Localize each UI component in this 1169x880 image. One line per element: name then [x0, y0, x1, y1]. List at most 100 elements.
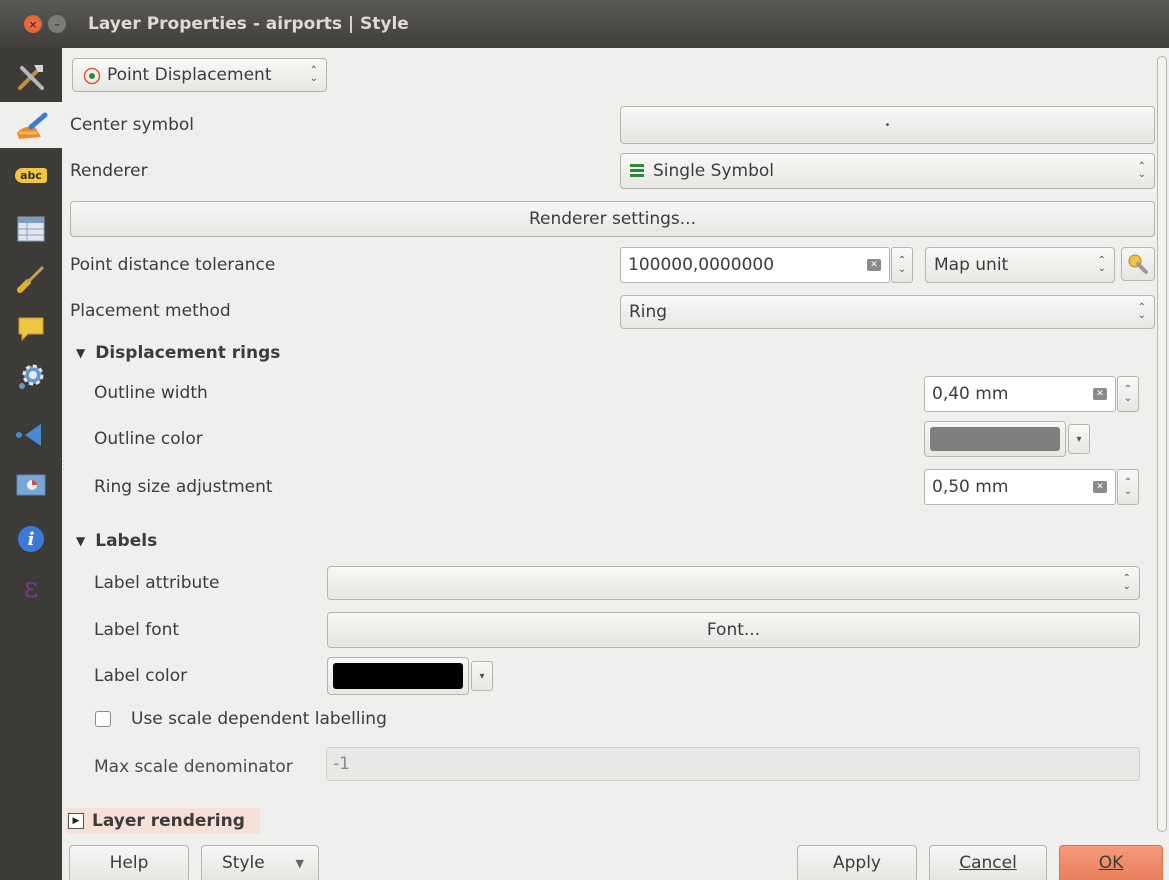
tools-icon	[18, 65, 44, 90]
renderer-label: Renderer	[70, 161, 148, 181]
label-attribute-combo[interactable]: ⌃ ⌄	[327, 566, 1140, 600]
point-distance-tolerance-label: Point distance tolerance	[70, 255, 276, 275]
renderer-type-value: Point Displacement	[107, 65, 272, 85]
renderer-type-combo[interactable]: Point Displacement ⌃ ⌄	[72, 58, 327, 92]
help-label: Help	[109, 853, 149, 873]
joins-icon	[16, 424, 41, 446]
window-titlebar: × – Layer Properties - airports | Style	[0, 0, 1169, 48]
placement-method-combo[interactable]: Ring ⌃ ⌄	[620, 295, 1155, 329]
outline-color-button[interactable]	[924, 421, 1066, 457]
window-title: Layer Properties - airports | Style	[88, 14, 409, 34]
wrench-icon	[1128, 254, 1148, 274]
fields-table-icon	[17, 216, 45, 242]
placement-method-label: Placement method	[70, 301, 231, 321]
combo-arrows-icon: ⌃ ⌄	[1137, 302, 1146, 321]
window-close-button[interactable]: ×	[24, 15, 42, 33]
sidebar-item-display[interactable]	[0, 306, 62, 352]
unit-settings-button[interactable]	[1121, 247, 1155, 281]
outline-width-value: 0,40 mm	[932, 384, 1009, 404]
combo-arrows-icon: ⌃ ⌄	[1122, 573, 1131, 592]
tolerance-unit-value: Map unit	[934, 255, 1009, 275]
outline-color-dropdown[interactable]: ▾	[1068, 424, 1090, 454]
help-button[interactable]: Help	[69, 845, 189, 880]
displacement-rings-section-header[interactable]: ▼ Displacement rings	[76, 343, 280, 363]
combo-arrows-icon: ⌃ ⌄	[1137, 161, 1146, 180]
labels-abc-icon: abc	[15, 167, 47, 183]
clear-icon[interactable]: ✕	[1093, 388, 1107, 400]
collapse-triangle-icon: ▼	[76, 346, 86, 360]
scale-dependent-label: Use scale dependent labelling	[131, 709, 387, 729]
collapse-triangle-icon: ▼	[76, 534, 86, 548]
sidebar-item-metadata[interactable]: i	[0, 516, 62, 562]
tolerance-spinner[interactable]: ⌃ ⌄	[891, 247, 913, 283]
ring-size-spinner[interactable]: ⌃ ⌄	[1117, 469, 1139, 505]
window-minimize-button[interactable]: –	[48, 15, 66, 33]
sidebar-item-variables[interactable]: ε	[0, 564, 62, 610]
ok-button[interactable]: OK	[1059, 845, 1163, 880]
vertical-scrollbar[interactable]	[1157, 56, 1167, 832]
apply-button[interactable]: Apply	[797, 845, 917, 880]
properties-sidebar: abc i ε	[0, 48, 62, 880]
sidebar-item-joins[interactable]	[0, 412, 62, 458]
outline-color-label: Outline color	[94, 429, 203, 449]
center-symbol-label: Center symbol	[70, 115, 195, 135]
max-scale-denominator-label: Max scale denominator	[94, 757, 293, 777]
clear-icon[interactable]: ✕	[1093, 481, 1107, 493]
outline-width-label: Outline width	[94, 383, 208, 403]
renderer-combo[interactable]: Single Symbol ⌃ ⌄	[620, 153, 1155, 189]
placement-method-value: Ring	[629, 302, 668, 322]
splitter-handle[interactable]: · · ·	[62, 458, 68, 476]
renderer-settings-button[interactable]: Renderer settings...	[70, 201, 1155, 237]
minimize-icon: –	[54, 17, 60, 31]
outline-width-input[interactable]: 0,40 mm ✕	[924, 376, 1116, 412]
combo-arrows-icon: ⌃ ⌄	[309, 65, 318, 84]
combo-arrows-icon: ⌃ ⌄	[1097, 255, 1106, 274]
variables-epsilon-icon: ε	[23, 570, 39, 604]
ok-label: OK	[1098, 853, 1124, 873]
labels-section-header[interactable]: ▼ Labels	[76, 531, 157, 551]
label-color-button[interactable]	[327, 657, 469, 695]
label-color-dropdown[interactable]: ▾	[471, 661, 493, 691]
ring-size-adjustment-label: Ring size adjustment	[94, 477, 273, 497]
sidebar-item-fields[interactable]	[0, 206, 62, 252]
tolerance-input[interactable]: 100000,0000000 ✕	[620, 247, 890, 283]
cancel-button[interactable]: Cancel	[929, 845, 1047, 880]
apply-label: Apply	[833, 853, 881, 873]
center-symbol-button[interactable]: •	[620, 106, 1155, 144]
close-icon: ×	[28, 17, 38, 31]
single-symbol-icon	[630, 164, 644, 177]
label-attribute-label: Label attribute	[94, 573, 220, 593]
cancel-label: Cancel	[959, 853, 1017, 873]
outline-color-swatch	[930, 427, 1060, 451]
clear-icon[interactable]: ✕	[867, 259, 881, 271]
scale-dependent-checkbox[interactable]	[95, 711, 111, 727]
max-scale-value: -1	[333, 754, 350, 774]
label-color-swatch	[333, 663, 463, 689]
renderer-value: Single Symbol	[653, 161, 774, 181]
label-font-label: Label font	[94, 620, 180, 640]
max-scale-denominator-input[interactable]: -1	[326, 747, 1140, 781]
style-menu-button[interactable]: Style ▼	[201, 845, 319, 880]
sidebar-item-rendering[interactable]	[0, 256, 62, 302]
tolerance-unit-combo[interactable]: Map unit ⌃ ⌄	[925, 247, 1115, 283]
label-color-label: Label color	[94, 666, 188, 686]
sidebar-item-general[interactable]	[0, 54, 62, 100]
expand-triangle-icon: ▶	[68, 813, 84, 829]
point-displacement-icon	[83, 67, 101, 85]
sidebar-item-labels[interactable]: abc	[0, 152, 62, 198]
information-icon: i	[18, 526, 44, 552]
sidebar-item-style[interactable]	[0, 102, 62, 148]
ring-size-input[interactable]: 0,50 mm ✕	[924, 469, 1116, 505]
layer-rendering-title: Layer rendering	[92, 811, 245, 831]
paintbrush-style-icon	[17, 112, 48, 139]
actions-gear-icon	[19, 364, 44, 389]
symbol-preview: •	[884, 119, 891, 131]
style-label: Style	[222, 853, 265, 873]
layer-rendering-section-header[interactable]: ▶ Layer rendering	[66, 808, 260, 834]
label-font-button[interactable]: Font...	[327, 612, 1140, 648]
sidebar-item-actions[interactable]	[0, 354, 62, 400]
display-tooltip-icon	[18, 317, 44, 342]
outline-width-spinner[interactable]: ⌃ ⌄	[1117, 376, 1139, 412]
diagrams-icon	[16, 474, 46, 496]
sidebar-item-diagrams[interactable]	[0, 462, 62, 508]
